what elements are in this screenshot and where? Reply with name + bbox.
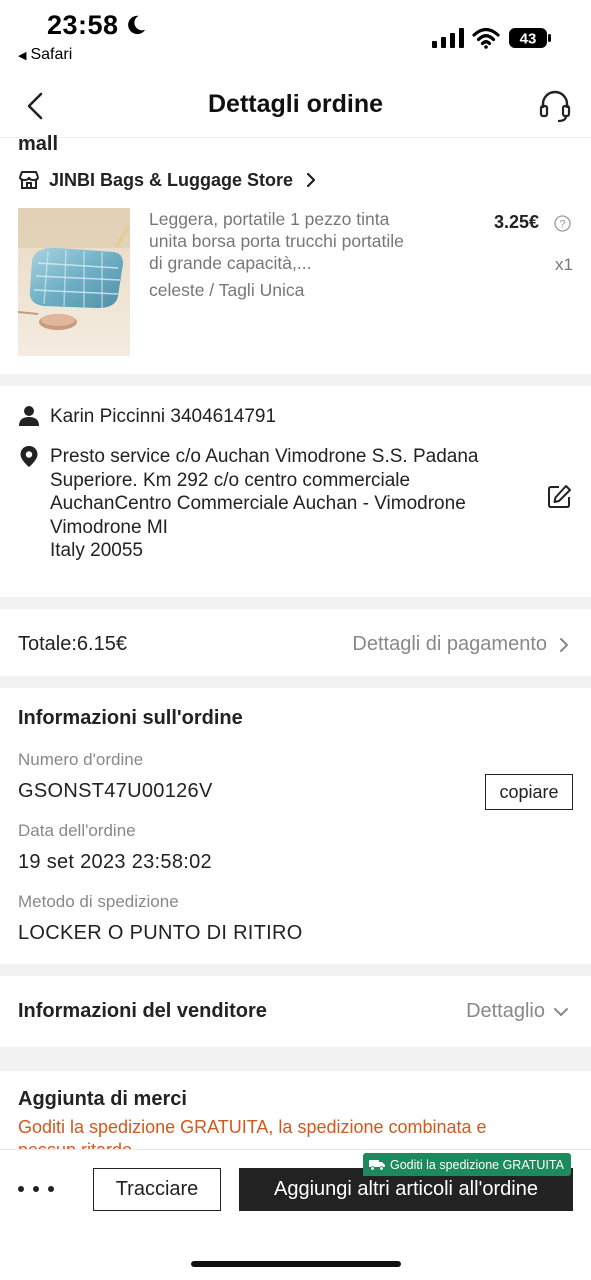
payment-details-label: Dettagli di pagamento (352, 633, 547, 655)
address-line: AuchanCentro Commerciale Auchan - Vimodr… (50, 493, 466, 514)
section-divider (0, 1047, 591, 1071)
home-indicator[interactable] (191, 1261, 401, 1267)
recipient-row: Karin Piccinni 3404614791 (18, 405, 276, 429)
location-pin-icon (20, 446, 38, 467)
headset-icon[interactable] (538, 88, 572, 124)
chevron-right-icon (560, 637, 568, 652)
battery-icon: 43 (509, 27, 551, 49)
product-title[interactable]: Leggera, portatile 1 pezzo tinta unita b… (149, 208, 419, 274)
more-options-icon[interactable] (18, 1178, 54, 1200)
order-number: GSONST47U00126V (18, 780, 213, 802)
seller-info-title: Informazioni del venditore (18, 1000, 267, 1022)
free-shipping-badge-label: Goditi la spedizione GRATUITA (390, 1157, 564, 1172)
edit-icon[interactable] (547, 484, 572, 509)
order-info-section: Informazioni sull'ordine Numero d'ordine… (0, 688, 591, 964)
free-shipping-badge: Goditi la spedizione GRATUITA (363, 1153, 571, 1176)
address-line: Superiore. Km 292 c/o centro commerciale (50, 469, 411, 491)
order-date-label: Data dell'ordine (18, 821, 136, 840)
seller-detail-label: Dettaglio (466, 1000, 545, 1022)
add-goods-title: Aggiunta di merci (18, 1088, 187, 1110)
wifi-icon (472, 27, 500, 49)
address-line: Presto service c/o Auchan Vimodrone S.S.… (50, 446, 479, 467)
back-triangle-icon: ◀ (18, 50, 27, 62)
address-lines: Presto service c/o Auchan Vimodrone S.S.… (50, 445, 478, 563)
payment-details-link[interactable]: Dettagli di pagamento (352, 633, 569, 656)
seller-section: Informazioni del venditore Dettaglio (0, 976, 591, 1047)
store-section: mall JINBI Bags & Luggage Store Leggera,… (0, 133, 591, 374)
store-icon (19, 171, 39, 189)
order-number-label: Numero d'ordine (18, 750, 144, 769)
cellular-signal-icon (432, 28, 464, 48)
seller-detail-toggle[interactable]: Dettaglio (466, 1000, 569, 1023)
section-divider (0, 676, 591, 688)
svg-text:?: ? (559, 219, 565, 231)
add-goods-section: Aggiunta di merci Goditi la spedizione G… (0, 1071, 591, 1149)
product-variant: celeste / Tagli Unica (149, 280, 305, 300)
total-section: Totale:6.15€ Dettagli di pagamento (0, 609, 591, 676)
back-app-label: Safari (30, 46, 73, 63)
moon-icon (128, 15, 146, 35)
copy-button[interactable]: copiare (485, 774, 573, 810)
section-divider (0, 597, 591, 609)
store-name: JINBI Bags & Luggage Store (49, 169, 294, 190)
order-total: Totale:6.15€ (18, 633, 127, 655)
address-row: Presto service c/o Auchan Vimodrone S.S.… (18, 445, 478, 563)
truck-icon (369, 1159, 385, 1171)
battery-level: 43 (520, 31, 537, 48)
store-heading-partial: mall (18, 133, 59, 155)
recipient-name-phone: Karin Piccinni 3404614791 (50, 406, 277, 427)
section-divider (0, 374, 591, 386)
shipping-method-label: Metodo di spedizione (18, 892, 179, 911)
product-price: 3.25€ (494, 212, 540, 232)
address-line: Italy 20055 (50, 540, 143, 561)
shipping-method: LOCKER O PUNTO DI RITIRO (18, 922, 303, 944)
back-to-app-link[interactable]: ◀ Safari (18, 46, 72, 64)
chevron-down-icon (554, 1007, 568, 1016)
question-icon[interactable]: ? (554, 215, 571, 232)
person-icon (19, 406, 39, 426)
status-time: 23:58 (47, 10, 119, 40)
nav-header: Dettagli ordine (0, 74, 591, 138)
track-button[interactable]: Tracciare (93, 1168, 221, 1211)
status-bar: 23:58 ◀ Safari 43 (0, 0, 591, 74)
product-image[interactable] (18, 208, 130, 356)
product-quantity: x1 (555, 255, 573, 274)
address-section: Karin Piccinni 3404614791 Presto service… (0, 386, 591, 597)
store-link[interactable]: JINBI Bags & Luggage Store (18, 167, 317, 193)
chevron-right-icon (306, 172, 316, 188)
free-shipping-promo: Goditi la spedizione GRATUITA, la spediz… (18, 1117, 487, 1149)
order-date: 19 set 2023 23:58:02 (18, 851, 212, 873)
page-title: Dettagli ordine (207, 90, 383, 118)
order-info-title: Informazioni sull'ordine (18, 707, 243, 729)
section-divider (0, 964, 591, 976)
address-line: Vimodrone MI (50, 516, 168, 538)
